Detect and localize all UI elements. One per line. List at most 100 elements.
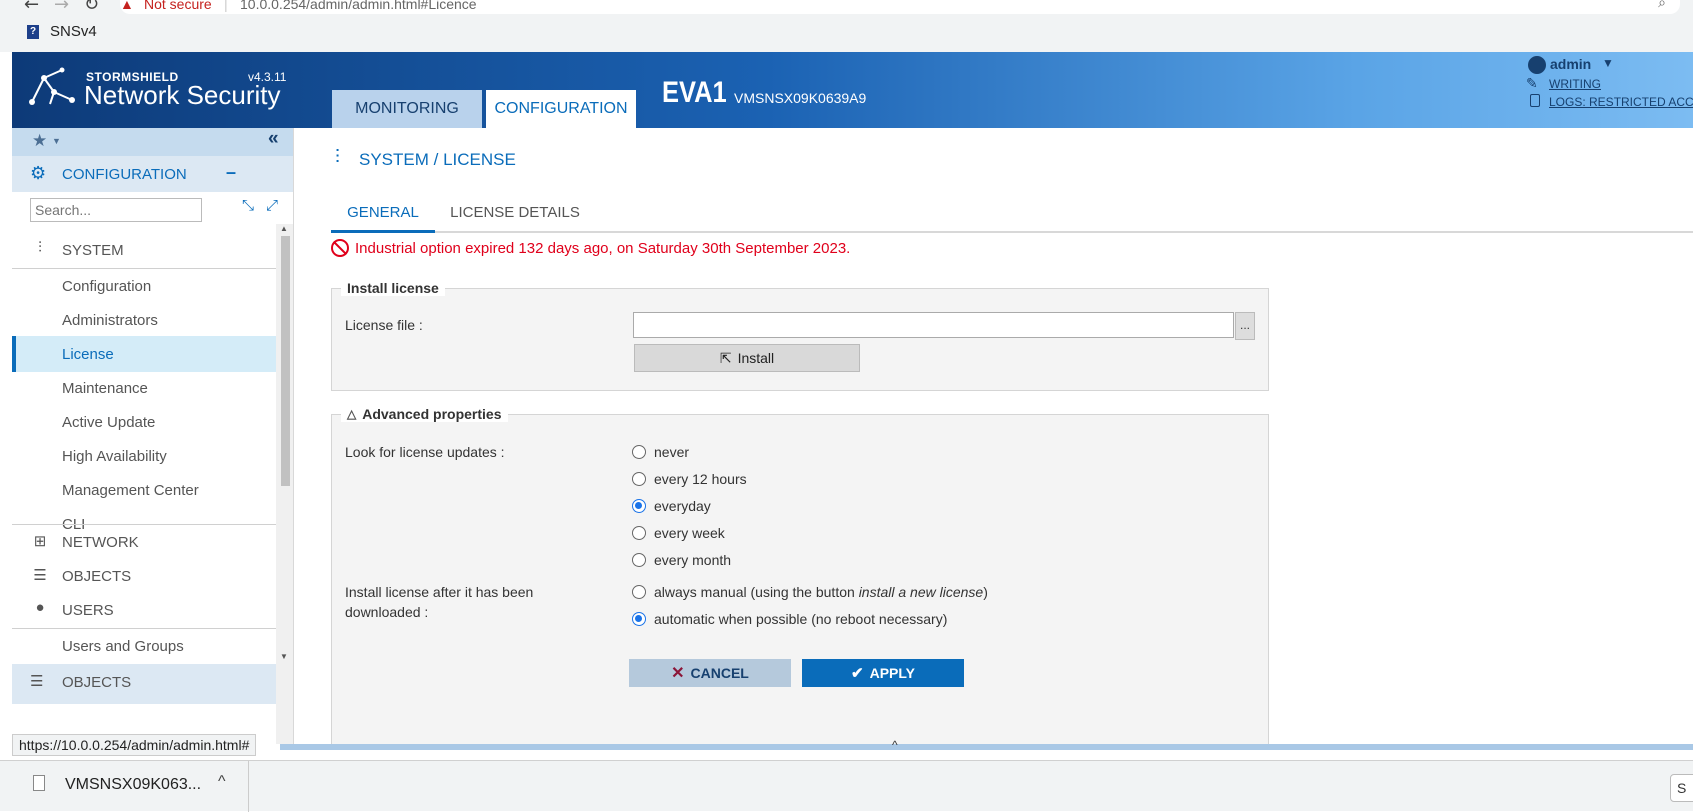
network-icon: ⊞ bbox=[33, 533, 47, 550]
sidebar-item-users-and-groups[interactable]: Users and Groups bbox=[12, 628, 276, 664]
browse-button[interactable]: ... bbox=[1235, 312, 1255, 340]
chevron-up-icon[interactable]: ^ bbox=[892, 738, 898, 752]
sidebar-item-maintenance[interactable]: Maintenance bbox=[12, 370, 276, 406]
sidebar-item-license[interactable]: License bbox=[12, 336, 276, 372]
radio-every-month-label: every month bbox=[654, 552, 732, 568]
reload-icon[interactable]: ↻ bbox=[84, 0, 99, 15]
expand-all-icon[interactable]: ⤢ bbox=[266, 197, 278, 214]
file-icon bbox=[33, 775, 45, 791]
app-header: STORMSHIELD Network Security v4.3.11 MON… bbox=[12, 52, 1693, 128]
download-file-name[interactable]: VMSNSX09K063... bbox=[65, 776, 201, 794]
tab-monitoring[interactable]: MONITORING bbox=[332, 90, 482, 128]
radio-always-manual[interactable] bbox=[632, 585, 646, 599]
collapse-sidebar-icon[interactable]: « bbox=[268, 128, 279, 150]
tab-license-details[interactable]: LICENSE DETAILS bbox=[445, 196, 585, 233]
radio-every-week-label: every week bbox=[654, 525, 725, 541]
check-icon: ✔ bbox=[851, 665, 864, 682]
sidebar-item-active-update[interactable]: Active Update bbox=[12, 404, 276, 440]
database-icon: ☰ bbox=[33, 567, 47, 584]
sidebar-item-management-center[interactable]: Management Center bbox=[12, 472, 276, 508]
radio-everyday[interactable] bbox=[632, 499, 646, 513]
user-menu-chevron-down-icon[interactable]: ▼ bbox=[1602, 56, 1614, 70]
radio-automatic[interactable] bbox=[632, 612, 646, 626]
radio-never-label: never bbox=[654, 444, 690, 460]
sidebar-item-label: Management Center bbox=[62, 481, 199, 499]
tab-general[interactable]: GENERAL bbox=[331, 196, 435, 233]
sidebar-item-objects[interactable]: ☰ OBJECTS bbox=[12, 558, 276, 594]
radio-every-12-hours[interactable] bbox=[632, 472, 646, 486]
sidebar-item-label: Maintenance bbox=[62, 379, 148, 397]
sidebar-item-high-availability[interactable]: High Availability bbox=[12, 438, 276, 474]
logs-link[interactable]: LOGS: RESTRICTED ACCE bbox=[1549, 95, 1693, 109]
radio-automatic-label: automatic when possible (no reboot neces… bbox=[654, 611, 948, 627]
collapse-section-icon[interactable]: – bbox=[226, 162, 236, 183]
panel-splitter[interactable]: ^ bbox=[280, 738, 1693, 752]
sidebar-item-network[interactable]: ⊞ NETWORK bbox=[12, 524, 276, 560]
bookmark-snsv4[interactable]: SNSv4 bbox=[50, 23, 97, 40]
manual-suffix: ) bbox=[983, 584, 988, 600]
license-file-label: License file : bbox=[345, 317, 423, 333]
show-all-button[interactable]: S bbox=[1670, 774, 1693, 802]
sidebar-item-administrators[interactable]: Administrators bbox=[12, 302, 276, 338]
cancel-button-label: CANCEL bbox=[690, 665, 749, 681]
writing-link[interactable]: WRITING bbox=[1549, 77, 1601, 91]
back-icon[interactable]: ← bbox=[24, 0, 39, 15]
scroll-up-icon[interactable]: ▲ bbox=[280, 224, 288, 233]
user-name[interactable]: admin bbox=[1550, 56, 1591, 72]
divider bbox=[248, 761, 249, 812]
radio-every-12-hours-label: every 12 hours bbox=[654, 471, 747, 487]
look-for-updates-label: Look for license updates : bbox=[345, 444, 505, 460]
cancel-button[interactable]: ✕ CANCEL bbox=[629, 659, 791, 687]
sidebar-item-configuration[interactable]: Configuration bbox=[12, 268, 276, 304]
forward-icon[interactable]: → bbox=[54, 0, 69, 15]
apply-button-label: APPLY bbox=[869, 665, 915, 681]
database-icon: ☰ bbox=[30, 673, 44, 690]
tab-configuration[interactable]: CONFIGURATION bbox=[486, 90, 636, 128]
install-button[interactable]: ⇱ Install bbox=[634, 344, 860, 372]
sliders-icon: ⫶ bbox=[335, 147, 340, 168]
install-after-label: Install license after it has been bbox=[345, 584, 534, 600]
radio-every-month[interactable] bbox=[632, 553, 646, 567]
writing-icon: ✎ bbox=[1526, 75, 1538, 91]
radio-always-manual-label: always manual (using the button install … bbox=[654, 584, 988, 600]
sidebar-item-label: Users and Groups bbox=[62, 637, 184, 655]
radio-never[interactable] bbox=[632, 445, 646, 459]
address-bar[interactable]: ▲ Not secure | 10.0.0.254/admin/admin.ht… bbox=[120, 0, 1680, 14]
configuration-title: CONFIGURATION bbox=[62, 166, 187, 183]
star-icon[interactable]: ★ bbox=[32, 131, 47, 151]
sidebar-item-system[interactable]: ⫶ SYSTEM bbox=[12, 232, 276, 268]
sidebar-item-label: License bbox=[62, 345, 114, 363]
zoom-icon[interactable]: ⌕ bbox=[1658, 0, 1666, 11]
sidebar-item-label: Active Update bbox=[62, 413, 156, 431]
sidebar-scrollbar[interactable]: ▲ ▼ bbox=[276, 224, 293, 744]
sidebar-item-users[interactable]: ● USERS bbox=[12, 592, 276, 628]
user-avatar-icon bbox=[1528, 56, 1546, 74]
advanced-properties-fieldset bbox=[331, 414, 1269, 744]
radio-everyday-label: everyday bbox=[654, 498, 711, 514]
chevron-up-icon[interactable]: ^ bbox=[218, 773, 226, 791]
install-license-legend: Install license bbox=[341, 280, 445, 296]
search-input[interactable] bbox=[30, 198, 202, 222]
radio-every-week[interactable] bbox=[632, 526, 646, 540]
install-icon: ⇱ bbox=[719, 349, 732, 366]
scrollbar-thumb[interactable] bbox=[281, 236, 290, 486]
scroll-down-icon[interactable]: ▼ bbox=[280, 652, 288, 661]
advanced-properties-legend: Advanced properties bbox=[362, 406, 502, 422]
sidebar-item-objects-section[interactable]: ☰ OBJECTS bbox=[12, 664, 276, 704]
sidebar-item-label: OBJECTS bbox=[62, 674, 132, 691]
configuration-header[interactable]: ⚙ CONFIGURATION – bbox=[12, 156, 293, 192]
logs-icon bbox=[1530, 94, 1540, 107]
stormshield-logo-icon bbox=[29, 67, 75, 105]
license-alert: Industrial option expired 132 days ago, … bbox=[355, 240, 851, 257]
favorites-bar: ★ ▼ « bbox=[12, 128, 293, 156]
security-label: Not secure bbox=[144, 0, 212, 12]
license-file-input[interactable] bbox=[633, 312, 1234, 338]
advanced-properties-toggle[interactable]: △ Advanced properties bbox=[341, 406, 508, 422]
install-license-fieldset bbox=[331, 288, 1269, 391]
collapse-all-icon[interactable]: ⤡ bbox=[242, 197, 254, 214]
apply-button[interactable]: ✔ APPLY bbox=[802, 659, 964, 687]
url-text: 10.0.0.254/admin/admin.html#Licence bbox=[240, 0, 477, 12]
chevron-down-icon[interactable]: ▼ bbox=[52, 136, 61, 146]
sidebar-item-label: High Availability bbox=[62, 447, 167, 465]
page-title: SYSTEM / LICENSE bbox=[359, 150, 516, 169]
